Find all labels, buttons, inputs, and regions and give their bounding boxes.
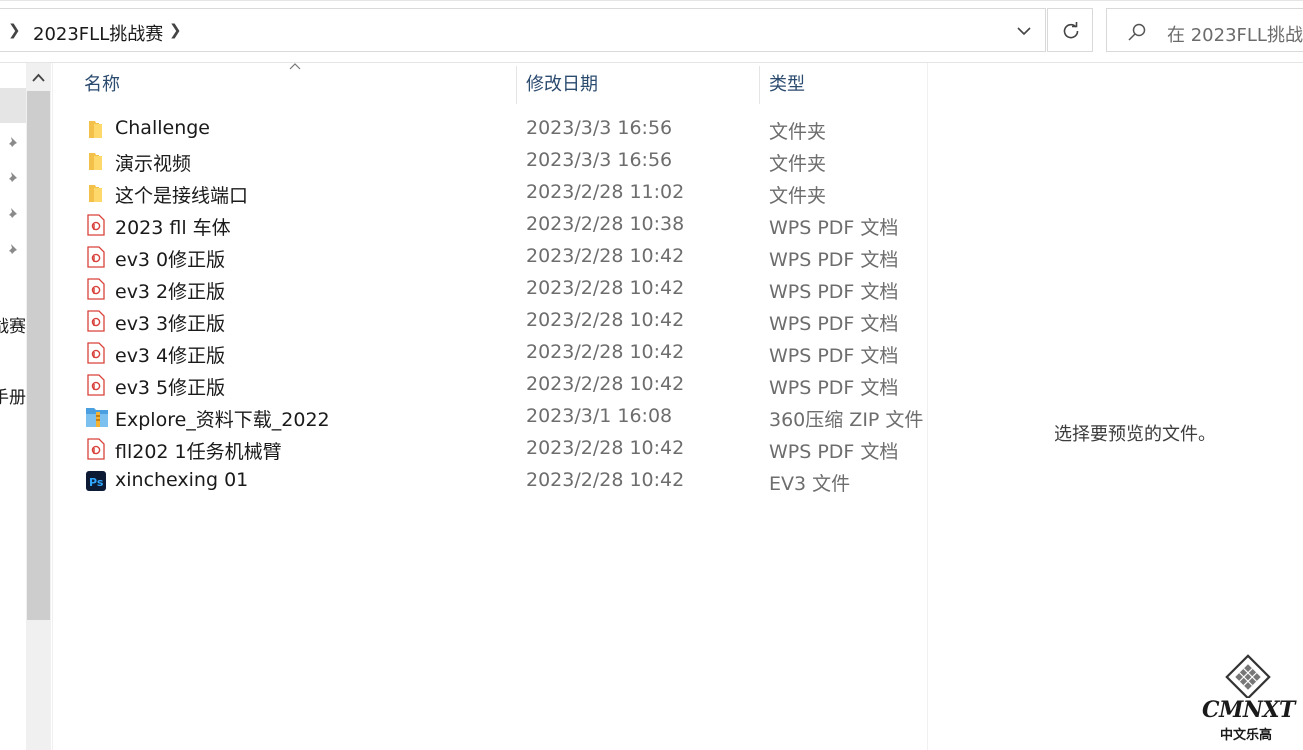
folder-icon: [85, 182, 107, 204]
column-header-name[interactable]: 名称: [84, 70, 120, 96]
file-row[interactable]: ev3 4修正版 2023/2/28 10:42 WPS PDF 文档: [77, 337, 927, 369]
search-placeholder[interactable]: 在 2023FLL挑战赛 中搜索: [1167, 21, 1303, 47]
column-header-type[interactable]: 类型: [769, 70, 805, 96]
file-row[interactable]: ev3 2修正版 2023/2/28 10:42 WPS PDF 文档: [77, 273, 927, 305]
file-row[interactable]: 2023 fll 车体 2023/2/28 10:38 WPS PDF 文档: [77, 209, 927, 241]
file-row[interactable]: Explore_资料下载_2022 2023/3/1 16:08 360压缩 Z…: [77, 401, 927, 433]
pin-icon: [7, 172, 17, 184]
cmnxt-logo-icon: [1225, 654, 1271, 700]
file-type: WPS PDF 文档: [769, 313, 899, 335]
pin-icon: [7, 244, 17, 256]
file-name[interactable]: ev3 2修正版: [115, 277, 225, 304]
folder-icon: [85, 118, 107, 140]
column-header-date[interactable]: 修改日期: [526, 70, 598, 96]
folder-icon: [85, 150, 107, 172]
zip-icon: [85, 406, 108, 428]
preview-pane-divider[interactable]: [927, 63, 928, 750]
breadcrumb-current-folder[interactable]: 2023FLL挑战赛: [33, 20, 163, 46]
file-name[interactable]: xinchexing 01: [115, 469, 248, 491]
file-row[interactable]: Ps xinchexing 01 2023/2/28 10:42 EV3 文件: [77, 465, 927, 497]
file-type: WPS PDF 文档: [769, 217, 899, 239]
file-name[interactable]: 这个是接线端口: [115, 181, 248, 208]
pdf-icon: [85, 342, 107, 364]
file-name[interactable]: 演示视频: [115, 149, 191, 176]
file-date: 2023/3/3 16:56: [526, 149, 673, 171]
file-name[interactable]: fll202 1任务机械臂: [115, 437, 282, 464]
file-name[interactable]: 2023 fll 车体: [115, 213, 231, 240]
svg-text:Ps: Ps: [89, 476, 104, 489]
file-date: 2023/2/28 10:42: [526, 309, 685, 331]
file-date: 2023/2/28 10:42: [526, 341, 685, 363]
breadcrumb-chevron-icon[interactable]: ❯: [8, 21, 21, 39]
pdf-icon: [85, 214, 107, 236]
scroll-up-button[interactable]: [26, 63, 51, 91]
file-type: 360压缩 ZIP 文件: [769, 409, 924, 431]
file-date: 2023/2/28 10:38: [526, 213, 685, 235]
file-type: WPS PDF 文档: [769, 281, 899, 303]
file-date: 2023/3/3 16:56: [526, 117, 673, 139]
preview-placeholder-text: 选择要预览的文件。: [1054, 424, 1216, 445]
file-date: 2023/2/28 10:42: [526, 373, 685, 395]
file-type: 文件夹: [769, 121, 827, 143]
file-date: 2023/2/28 10:42: [526, 469, 685, 491]
file-name[interactable]: Challenge: [115, 117, 210, 139]
file-name[interactable]: ev3 4修正版: [115, 341, 225, 368]
file-row[interactable]: 演示视频 2023/3/3 16:56 文件夹: [77, 145, 927, 177]
file-row[interactable]: Challenge 2023/3/3 16:56 文件夹: [77, 113, 927, 145]
file-type: WPS PDF 文档: [769, 345, 899, 367]
pin-icon: [7, 208, 17, 220]
file-date: 2023/2/28 10:42: [526, 437, 685, 459]
watermark-logo: CMNXT 中文乐高: [1198, 654, 1303, 750]
file-row[interactable]: ev3 3修正版 2023/2/28 10:42 WPS PDF 文档: [77, 305, 927, 337]
file-date: 2023/2/28 10:42: [526, 277, 685, 299]
scrollbar-thumb[interactable]: [27, 91, 50, 620]
file-type: WPS PDF 文档: [769, 441, 899, 463]
search-box[interactable]: 在 2023FLL挑战赛 中搜索: [1106, 8, 1303, 52]
address-history-dropdown-icon[interactable]: [1013, 18, 1035, 42]
file-name[interactable]: ev3 3修正版: [115, 309, 225, 336]
pdf-icon: [85, 278, 107, 300]
refresh-button[interactable]: [1047, 8, 1093, 52]
scroll-up-arrow-icon: [32, 73, 45, 82]
watermark-brand: CMNXT: [1202, 697, 1295, 723]
nav-item-label[interactable]: 战赛: [0, 312, 26, 337]
address-bar[interactable]: ❯ 2023FLL挑战赛 ❯: [0, 8, 1046, 52]
nav-selected-item[interactable]: [0, 88, 26, 123]
file-type: WPS PDF 文档: [769, 377, 899, 399]
pdf-icon: [85, 438, 107, 460]
file-date: 2023/2/28 10:42: [526, 245, 685, 267]
column-separator[interactable]: [516, 66, 517, 104]
file-row[interactable]: ev3 5修正版 2023/2/28 10:42 WPS PDF 文档: [77, 369, 927, 401]
file-name[interactable]: Explore_资料下载_2022: [115, 405, 330, 432]
file-type: EV3 文件: [769, 473, 851, 495]
pin-icon: [7, 137, 17, 149]
watermark-subtitle: 中文乐高: [1220, 728, 1273, 743]
sort-ascending-icon: [289, 63, 301, 70]
file-type: 文件夹: [769, 153, 827, 175]
file-name[interactable]: ev3 0修正版: [115, 245, 225, 272]
pdf-icon: [85, 310, 107, 332]
file-date: 2023/3/1 16:08: [526, 405, 673, 427]
file-row[interactable]: fll202 1任务机械臂 2023/2/28 10:42 WPS PDF 文档: [77, 433, 927, 465]
photoshop-icon: Ps: [85, 470, 107, 492]
window-top-border: [0, 0, 1303, 1]
pdf-icon: [85, 246, 107, 268]
file-row[interactable]: ev3 0修正版 2023/2/28 10:42 WPS PDF 文档: [77, 241, 927, 273]
refresh-icon: [1063, 22, 1079, 39]
pane-divider: [52, 63, 53, 750]
column-separator[interactable]: [759, 66, 760, 104]
file-row[interactable]: 这个是接线端口 2023/2/28 11:02 文件夹: [77, 177, 927, 209]
search-icon: [1128, 23, 1146, 41]
nav-item-label[interactable]: 建手册: [0, 383, 26, 408]
toolbar-divider: [0, 62, 1303, 63]
file-type: WPS PDF 文档: [769, 249, 899, 271]
breadcrumb-expand-chevron-icon[interactable]: ❯: [169, 21, 182, 39]
file-date: 2023/2/28 11:02: [526, 181, 685, 203]
pdf-icon: [85, 374, 107, 396]
file-name[interactable]: ev3 5修正版: [115, 373, 225, 400]
file-type: 文件夹: [769, 185, 827, 207]
